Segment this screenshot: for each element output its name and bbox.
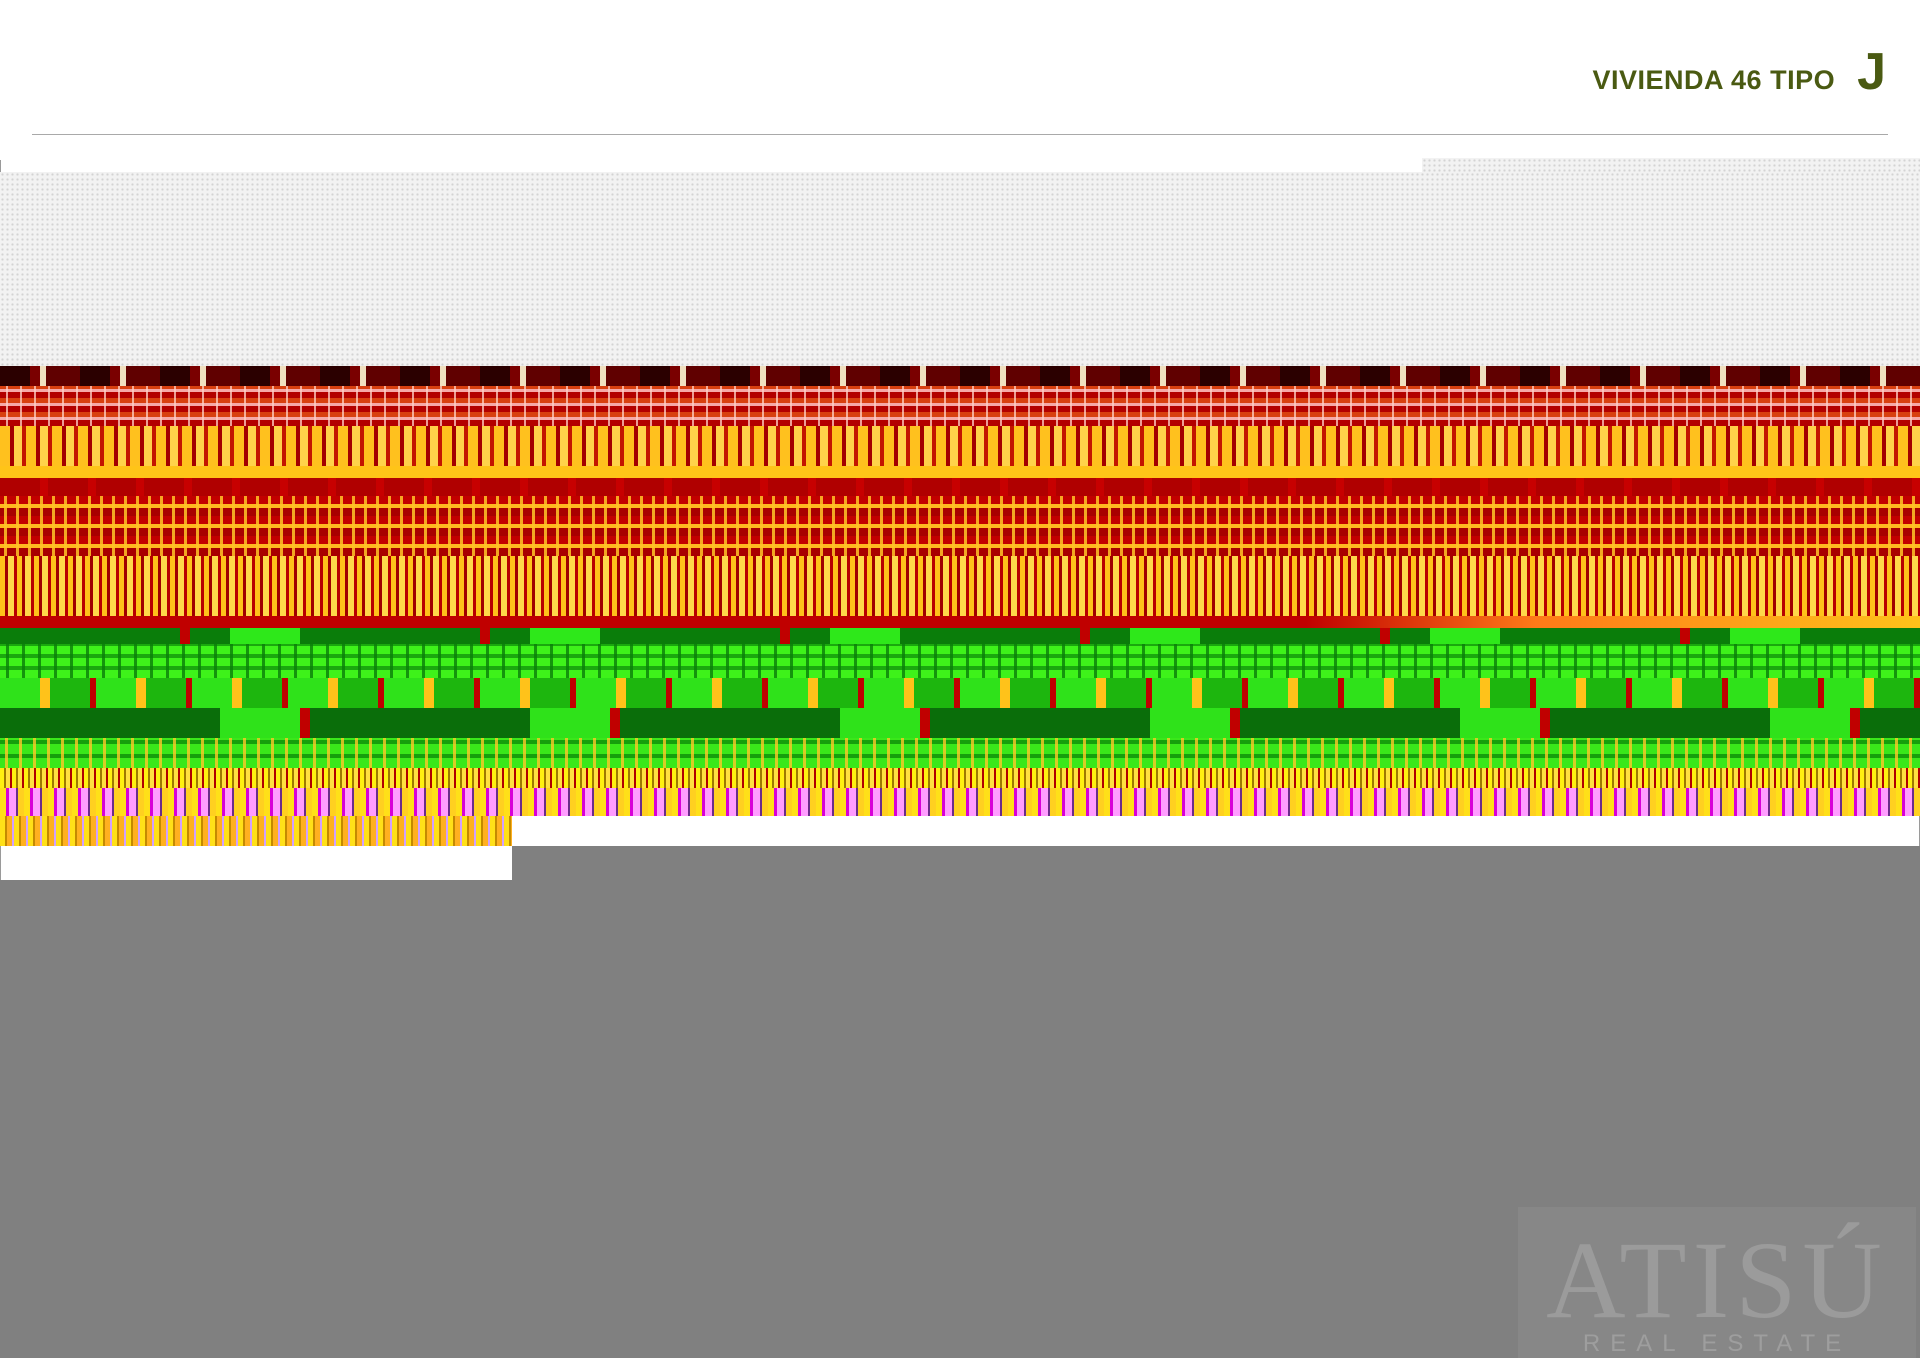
header-divider	[32, 134, 1888, 135]
photo-stripe	[0, 386, 1920, 426]
watermark-brand: ATISÚ	[1546, 1219, 1888, 1341]
photo-stripe	[0, 496, 1920, 556]
photo-stripe	[0, 466, 1920, 478]
unit-title-label: VIVIENDA 46 TIPO	[1592, 65, 1836, 95]
photo-stripe	[0, 644, 1920, 678]
atisu-watermark-logo: ATISÚ REAL ESTATE	[1518, 1207, 1916, 1358]
photo-stripe	[0, 678, 1920, 708]
unit-title: VIVIENDA 46 TIPO J	[1593, 46, 1886, 98]
photo-stripe	[0, 788, 1920, 816]
photo-stripe	[0, 708, 1920, 738]
page-header: VIVIENDA 46 TIPO J	[0, 0, 1920, 160]
photo-stripe	[0, 366, 1920, 386]
gray-background-edge	[512, 846, 1920, 886]
photo-stripe	[0, 478, 1920, 496]
dotted-background-band	[0, 172, 1920, 382]
photo-stripe	[0, 738, 1920, 768]
photo-stripe	[0, 616, 1920, 628]
photo-stripe	[0, 816, 512, 846]
watermark-tagline: REAL ESTATE	[1582, 1330, 1852, 1357]
photo-stripe	[0, 768, 1920, 788]
photo-stripe	[0, 556, 1920, 616]
property-photo	[0, 366, 1920, 896]
photo-stripe	[0, 426, 1920, 466]
photo-stripe	[0, 628, 1920, 644]
unit-type-letter: J	[1857, 43, 1886, 101]
